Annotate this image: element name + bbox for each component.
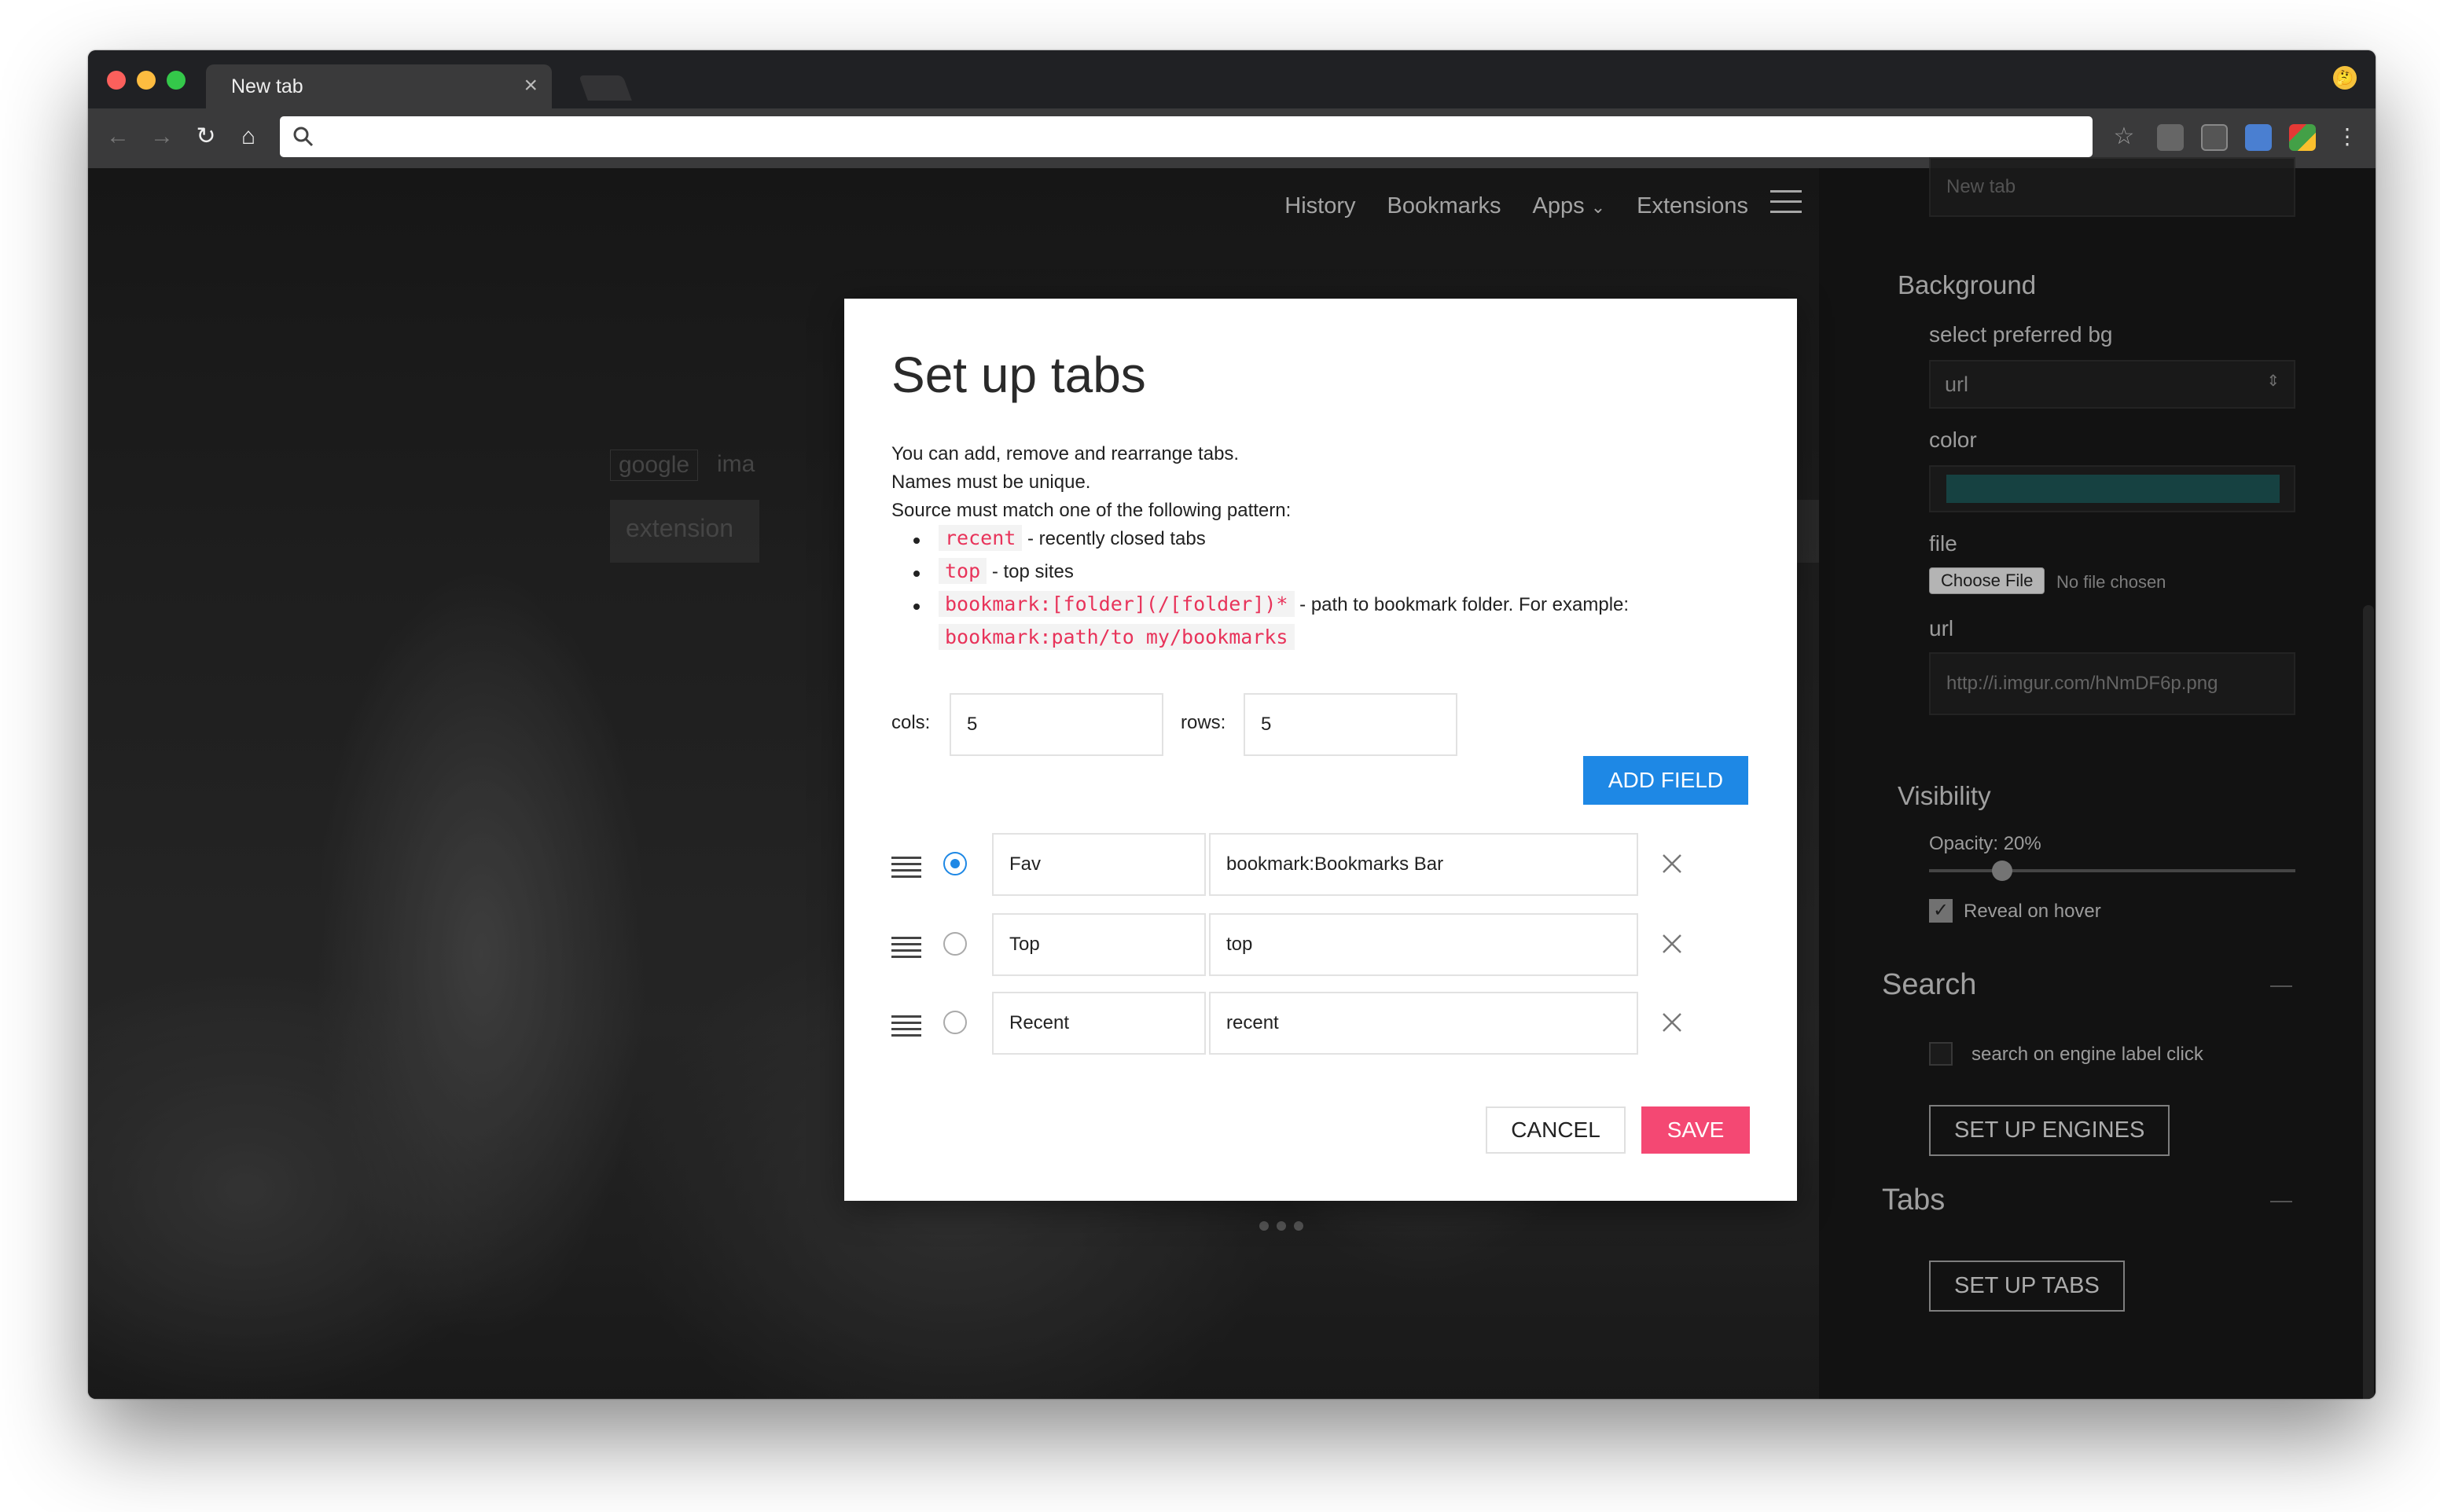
bookmark-star-icon[interactable]: ☆ <box>2108 121 2140 152</box>
dialog-title: Set up tabs <box>891 347 1146 403</box>
pattern-desc: - top sites <box>991 561 1074 582</box>
reload-icon[interactable]: ↻ <box>190 121 222 152</box>
forward-arrow-icon[interactable]: → <box>146 121 178 152</box>
rows-input[interactable]: 5 <box>1244 693 1457 756</box>
maximize-window-button[interactable] <box>167 71 186 90</box>
home-icon[interactable]: ⌂ <box>233 121 264 152</box>
save-button[interactable]: SAVE <box>1641 1106 1750 1154</box>
pattern-code: recent <box>939 525 1023 551</box>
close-window-button[interactable] <box>107 71 126 90</box>
tab-source-input[interactable]: top <box>1209 913 1638 976</box>
tab-title: New tab <box>231 75 303 97</box>
default-tab-radio[interactable] <box>943 852 967 875</box>
profile-emoji-icon[interactable]: 🤔 <box>2333 66 2357 90</box>
pattern-item-bookmark: bookmark:[folder](/[folder])* - path to … <box>939 591 1630 617</box>
browser-window: New tab × 🤔 ← → ↻ ⌂ ☆ ⋮ History Bookmark… <box>88 50 2376 1399</box>
tab-source-input[interactable]: bookmark:Bookmarks Bar <box>1209 833 1638 896</box>
default-tab-radio[interactable] <box>943 1011 967 1034</box>
search-icon <box>293 127 314 147</box>
remove-row-icon[interactable] <box>1659 1009 1685 1036</box>
pocket-extension-icon[interactable] <box>2157 124 2184 151</box>
remove-row-icon[interactable] <box>1659 930 1685 957</box>
browser-tab[interactable]: New tab × <box>206 64 552 110</box>
pattern-desc: - recently closed tabs <box>1027 528 1206 549</box>
bullet-dot <box>913 571 920 577</box>
address-input[interactable] <box>324 123 2056 152</box>
pattern-item-top: top - top sites <box>939 558 1074 584</box>
default-tab-radio[interactable] <box>943 932 967 956</box>
tab-source-input[interactable]: recent <box>1209 992 1638 1055</box>
tab-name-input[interactable]: Fav <box>992 833 1206 896</box>
drag-handle-icon[interactable] <box>891 1015 921 1040</box>
intro-line-2: Names must be unique. <box>891 472 1091 493</box>
drag-handle-icon[interactable] <box>891 937 921 962</box>
intro-line-1: You can add, remove and rearrange tabs. <box>891 443 1240 464</box>
cols-input[interactable]: 5 <box>950 693 1163 756</box>
pattern-item-recent: recent - recently closed tabs <box>939 525 1206 551</box>
pattern-code: top <box>939 558 987 584</box>
cols-label: cols: <box>891 712 931 733</box>
add-field-button[interactable]: ADD FIELD <box>1583 756 1748 805</box>
tab-name-input[interactable]: Top <box>992 913 1206 976</box>
drag-handle-icon[interactable] <box>891 857 921 882</box>
remove-row-icon[interactable] <box>1659 850 1685 877</box>
more-menu-icon[interactable]: ⋮ <box>2332 121 2363 152</box>
tab-close-icon[interactable]: × <box>524 72 538 99</box>
pattern-desc: - path to bookmark folder. For example: <box>1299 594 1630 615</box>
color-extension-icon[interactable] <box>2289 124 2316 151</box>
minimize-window-button[interactable] <box>137 71 156 90</box>
bullet-dot <box>913 538 920 544</box>
translate-extension-icon[interactable] <box>2245 124 2272 151</box>
back-arrow-icon[interactable]: ← <box>102 121 134 152</box>
pattern-example: bookmark:path/to my/bookmarks <box>939 624 1295 650</box>
intro-line-3: Source must match one of the following p… <box>891 500 1292 521</box>
glasses-extension-icon[interactable] <box>2201 124 2228 151</box>
new-tab-button[interactable] <box>579 75 632 101</box>
rows-label: rows: <box>1181 712 1226 733</box>
tab-name-input[interactable]: Recent <box>992 992 1206 1055</box>
pattern-example-code: bookmark:path/to my/bookmarks <box>939 624 1295 650</box>
cancel-button[interactable]: CANCEL <box>1486 1106 1626 1154</box>
set-up-tabs-dialog: Set up tabs You can add, remove and rear… <box>844 299 1797 1201</box>
title-bar: New tab × 🤔 <box>88 50 2376 110</box>
bullet-dot <box>913 604 920 610</box>
pattern-code: bookmark:[folder](/[folder])* <box>939 591 1295 617</box>
address-bar[interactable] <box>280 116 2093 157</box>
